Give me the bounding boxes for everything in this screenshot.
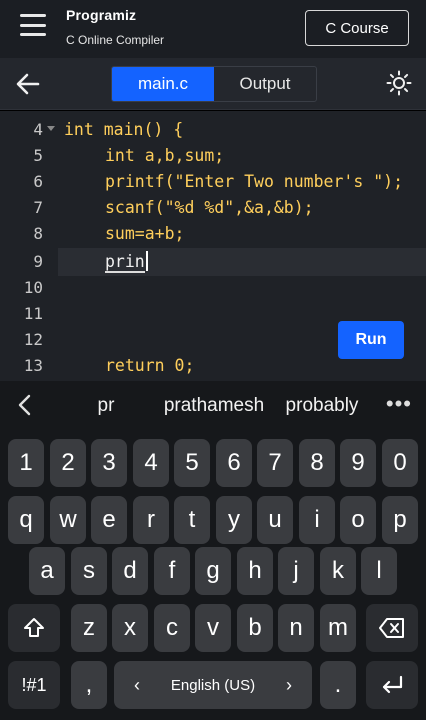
fold-arrow-icon[interactable] bbox=[47, 126, 55, 131]
text-caret bbox=[145, 251, 148, 271]
key-u[interactable]: u bbox=[257, 496, 293, 544]
suggestion-3[interactable]: probably bbox=[276, 381, 368, 429]
key-9[interactable]: 9 bbox=[340, 439, 376, 487]
key-o[interactable]: o bbox=[340, 496, 376, 544]
line-number: 5 bbox=[33, 146, 43, 165]
code-text: return 0; bbox=[105, 356, 195, 375]
comma-key[interactable]: , bbox=[71, 661, 107, 709]
sun-theme-icon[interactable] bbox=[386, 70, 412, 96]
key-q[interactable]: q bbox=[8, 496, 44, 544]
line-number: 10 bbox=[23, 278, 43, 297]
key-h[interactable]: h bbox=[237, 547, 273, 595]
brand-logo: Programiz bbox=[66, 7, 137, 23]
line-number: 9 bbox=[33, 252, 43, 271]
key-3[interactable]: 3 bbox=[91, 439, 127, 487]
key-w[interactable]: w bbox=[50, 496, 86, 544]
key-l[interactable]: l bbox=[361, 547, 397, 595]
run-button[interactable]: Run bbox=[338, 321, 404, 359]
key-0[interactable]: 0 bbox=[382, 439, 418, 487]
line-number: 13 bbox=[23, 356, 43, 375]
code-text: printf("Enter Two number's "); bbox=[105, 172, 404, 191]
line-number: 6 bbox=[33, 172, 43, 191]
brand-subtitle: C Online Compiler bbox=[66, 33, 165, 47]
shift-arrow-icon bbox=[24, 618, 44, 637]
key-b[interactable]: b bbox=[237, 604, 273, 652]
chevron-right-icon: › bbox=[286, 674, 292, 695]
suggestion-bar: pr prathamesh probably ••• bbox=[0, 381, 426, 429]
code-line-active: 9 prin bbox=[0, 249, 426, 275]
key-m[interactable]: m bbox=[320, 604, 356, 652]
space-bar[interactable]: ‹ English (US) › bbox=[114, 661, 312, 709]
key-p[interactable]: p bbox=[382, 496, 418, 544]
key-5[interactable]: 5 bbox=[174, 439, 210, 487]
line-number: 8 bbox=[33, 224, 43, 243]
code-text: prin bbox=[105, 252, 145, 273]
tab-main-c[interactable]: main.c bbox=[112, 67, 214, 101]
hamburger-menu-icon[interactable] bbox=[20, 14, 46, 36]
line-number: 11 bbox=[23, 304, 43, 323]
key-x[interactable]: x bbox=[112, 604, 148, 652]
app-header: Programiz C Online Compiler C Course bbox=[0, 0, 426, 58]
key-8[interactable]: 8 bbox=[299, 439, 335, 487]
chevron-left-icon: ‹ bbox=[134, 674, 140, 695]
key-g[interactable]: g bbox=[195, 547, 231, 595]
key-4[interactable]: 4 bbox=[133, 439, 169, 487]
key-n[interactable]: n bbox=[278, 604, 314, 652]
code-text-wrap: prin bbox=[105, 249, 148, 275]
enter-arrow-icon bbox=[382, 675, 403, 694]
suggestion-2[interactable]: prathamesh bbox=[152, 381, 276, 429]
symbols-key[interactable]: !#1 bbox=[8, 661, 60, 709]
backspace-key[interactable] bbox=[366, 604, 418, 652]
line-number: 12 bbox=[23, 330, 43, 349]
backspace-icon bbox=[379, 618, 404, 638]
suggestion-1[interactable]: pr bbox=[70, 381, 142, 429]
key-2[interactable]: 2 bbox=[50, 439, 86, 487]
back-arrow-icon[interactable] bbox=[14, 70, 42, 98]
brand: Programiz C Online Compiler bbox=[66, 7, 164, 47]
code-line: 10 bbox=[0, 275, 426, 301]
code-text: int a,b,sum; bbox=[105, 146, 225, 165]
line-number: 4 bbox=[33, 120, 43, 139]
tab-output[interactable]: Output bbox=[214, 67, 316, 101]
line-number: 7 bbox=[33, 198, 43, 217]
shift-key[interactable] bbox=[8, 604, 60, 652]
key-e[interactable]: e bbox=[91, 496, 127, 544]
code-line: 5 int a,b,sum; bbox=[0, 143, 426, 169]
enter-key[interactable] bbox=[366, 661, 418, 709]
c-course-button[interactable]: C Course bbox=[305, 10, 409, 46]
key-a[interactable]: a bbox=[29, 547, 65, 595]
period-key[interactable]: . bbox=[320, 661, 356, 709]
key-1[interactable]: 1 bbox=[8, 439, 44, 487]
key-j[interactable]: j bbox=[278, 547, 314, 595]
key-y[interactable]: y bbox=[216, 496, 252, 544]
code-line: 4 int main() { bbox=[0, 117, 426, 143]
code-line: 7 scanf("%d %d",&a,&b); bbox=[0, 195, 426, 221]
key-s[interactable]: s bbox=[71, 547, 107, 595]
key-i[interactable]: i bbox=[299, 496, 335, 544]
key-t[interactable]: t bbox=[174, 496, 210, 544]
code-text: scanf("%d %d",&a,&b); bbox=[105, 198, 314, 217]
code-text: int main() { bbox=[64, 120, 184, 139]
code-text: sum=a+b; bbox=[105, 224, 185, 243]
code-editor[interactable]: 4 int main() { 5 int a,b,sum; 6 printf("… bbox=[0, 111, 426, 381]
key-z[interactable]: z bbox=[71, 604, 107, 652]
more-options-icon[interactable]: ••• bbox=[386, 391, 412, 417]
key-7[interactable]: 7 bbox=[257, 439, 293, 487]
on-screen-keyboard: pr prathamesh probably ••• 1 2 3 4 5 6 7… bbox=[0, 381, 426, 720]
key-k[interactable]: k bbox=[320, 547, 356, 595]
key-6[interactable]: 6 bbox=[216, 439, 252, 487]
code-line: 8 sum=a+b; bbox=[0, 221, 426, 247]
chevron-left-icon[interactable] bbox=[14, 393, 36, 417]
code-line: 6 printf("Enter Two number's "); bbox=[0, 169, 426, 195]
key-r[interactable]: r bbox=[133, 496, 169, 544]
space-language-label: English (US) bbox=[170, 676, 256, 694]
editor-toolbar: main.c Output bbox=[0, 58, 426, 110]
file-tabs: main.c Output bbox=[111, 66, 317, 102]
key-d[interactable]: d bbox=[112, 547, 148, 595]
key-v[interactable]: v bbox=[195, 604, 231, 652]
key-f[interactable]: f bbox=[154, 547, 190, 595]
key-c[interactable]: c bbox=[154, 604, 190, 652]
